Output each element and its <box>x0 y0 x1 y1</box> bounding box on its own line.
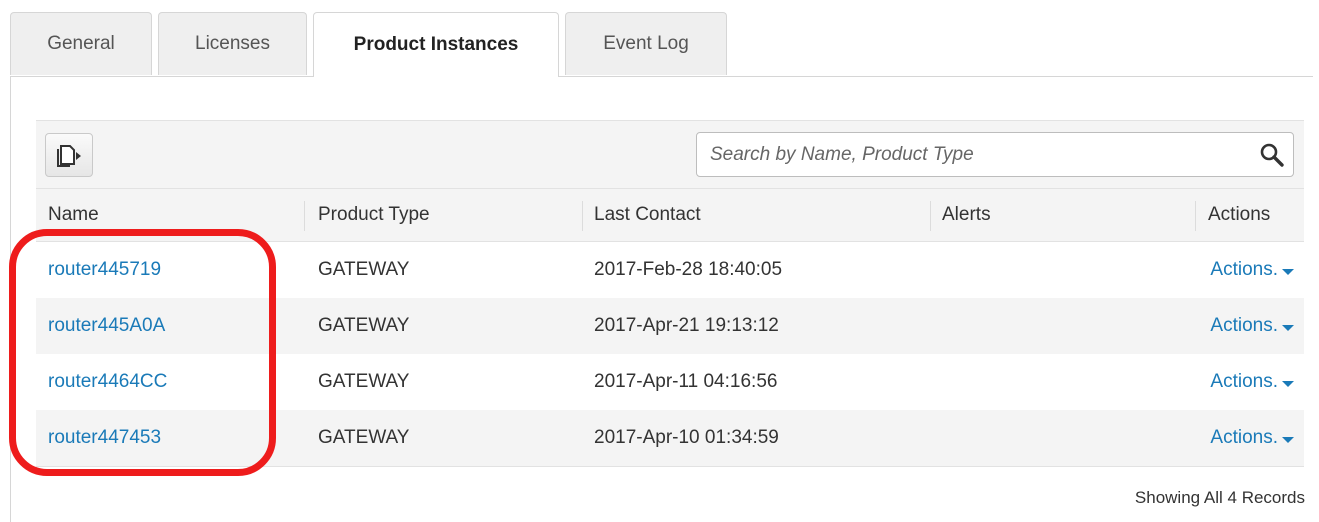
last-contact-cell: 2017-Apr-10 01:34:59 <box>594 427 779 448</box>
actions-dropdown[interactable]: Actions. <box>1210 298 1294 354</box>
tab-label: Event Log <box>603 33 689 54</box>
search-input[interactable] <box>697 133 1242 176</box>
search-box <box>696 132 1294 177</box>
alerts-cell <box>930 298 942 354</box>
column-header-alerts[interactable]: Alerts <box>930 189 1194 241</box>
last-contact-cell: 2017-Apr-11 04:16:56 <box>594 371 778 392</box>
records-count: Showing All 4 Records <box>1134 488 1305 507</box>
column-header-product-type[interactable]: Product Type <box>306 189 582 241</box>
last-contact-cell: 2017-Apr-21 19:13:12 <box>594 315 779 336</box>
last-contact-cell: 2017-Feb-28 18:40:05 <box>594 259 783 280</box>
actions-label: Actions. <box>1210 427 1278 448</box>
alerts-cell <box>930 354 942 410</box>
actions-label: Actions. <box>1210 259 1278 280</box>
actions-label: Actions. <box>1210 371 1278 392</box>
tab-product-instances[interactable]: Product Instances <box>313 12 559 77</box>
tab-general[interactable]: General <box>10 12 152 75</box>
instance-name-link[interactable]: router447453 <box>36 410 161 466</box>
column-header-last-contact[interactable]: Last Contact <box>582 189 930 241</box>
tab-label: Licenses <box>195 33 270 54</box>
table-row: router445A0A GATEWAY 2017-Apr-21 19:13:1… <box>36 298 1304 354</box>
actions-dropdown[interactable]: Actions. <box>1210 354 1294 410</box>
product-type-cell: GATEWAY <box>318 427 410 448</box>
export-icon <box>57 145 81 167</box>
product-type-cell: GATEWAY <box>318 371 410 392</box>
table-row: router447453 GATEWAY 2017-Apr-10 01:34:5… <box>36 410 1304 466</box>
column-header-name[interactable]: Name <box>36 189 304 241</box>
tab-label: Product Instances <box>353 34 519 55</box>
search-icon[interactable] <box>1259 142 1285 168</box>
column-header-actions: Actions <box>1208 204 1271 225</box>
instance-name[interactable]: router445A0A <box>48 315 165 337</box>
table-toolbar <box>36 120 1304 189</box>
tab-licenses[interactable]: Licenses <box>158 12 307 75</box>
actions-dropdown[interactable]: Actions. <box>1210 410 1294 466</box>
product-type-cell: GATEWAY <box>318 315 410 336</box>
instance-name-link[interactable]: router4464CC <box>36 354 167 410</box>
instance-name-link[interactable]: router445A0A <box>36 298 165 354</box>
tab-event-log[interactable]: Event Log <box>565 12 727 75</box>
table-row: router4464CC GATEWAY 2017-Apr-11 04:16:5… <box>36 354 1304 410</box>
instance-name-link[interactable]: router445719 <box>36 242 161 298</box>
caret-down-icon <box>1282 269 1294 275</box>
product-type-cell: GATEWAY <box>318 259 410 280</box>
alerts-cell <box>930 242 942 298</box>
actions-label: Actions. <box>1210 315 1278 336</box>
caret-down-icon <box>1282 437 1294 443</box>
alerts-cell <box>930 410 942 466</box>
tab-label: General <box>47 33 115 54</box>
instance-name[interactable]: router445719 <box>48 259 161 281</box>
instance-name[interactable]: router4464CC <box>48 371 167 393</box>
table-header: Name Product Type Last Contact Alerts Ac… <box>36 188 1304 242</box>
caret-down-icon <box>1282 381 1294 387</box>
caret-down-icon <box>1282 325 1294 331</box>
export-button[interactable] <box>45 133 93 177</box>
tab-bar: General Licenses Product Instances Event… <box>10 12 1313 77</box>
table-row: router445719 GATEWAY 2017-Feb-28 18:40:0… <box>36 242 1304 298</box>
instance-name[interactable]: router447453 <box>48 427 161 449</box>
actions-dropdown[interactable]: Actions. <box>1210 242 1294 298</box>
table-bottom-border <box>36 466 1304 467</box>
